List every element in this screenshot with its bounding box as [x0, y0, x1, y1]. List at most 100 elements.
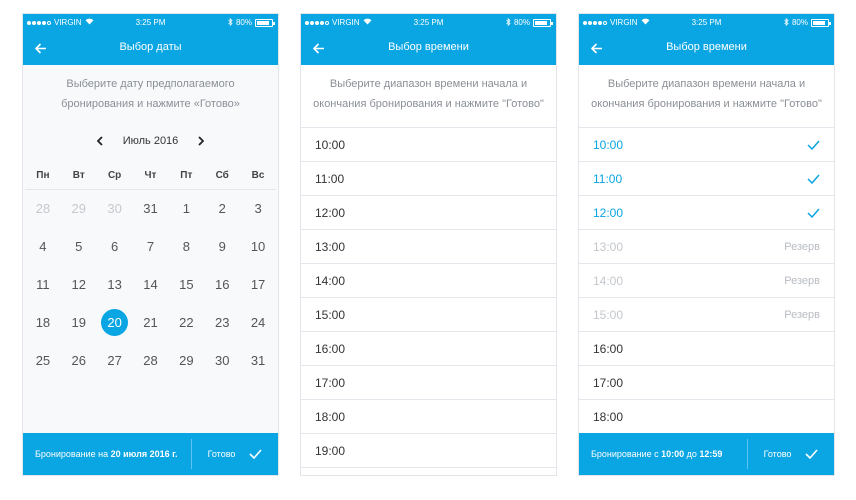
booking-summary: Бронирование на 20 июля 2016 г.	[23, 449, 191, 459]
calendar-day[interactable]: 4	[25, 228, 61, 266]
time-slot-label: 10:00	[315, 137, 346, 152]
calendar-day[interactable]: 23	[204, 304, 240, 342]
time-slot-label: 11:00	[593, 171, 623, 186]
calendar-day: 29	[61, 190, 97, 228]
time-slot-label: 11:00	[315, 171, 345, 186]
calendar-day[interactable]: 28	[133, 342, 169, 380]
calendar-day-selected[interactable]: 20	[97, 304, 133, 342]
time-slot-row[interactable]: 12:00	[301, 196, 556, 230]
calendar-day[interactable]: 14	[133, 266, 169, 304]
time-slot-row[interactable]: 10:00	[579, 128, 834, 162]
time-slot-row: 14:00 Резерв	[579, 264, 834, 298]
battery-percent: 80%	[235, 18, 252, 27]
calendar-day[interactable]: 31	[133, 190, 169, 228]
calendar-day-number: 3	[254, 201, 262, 216]
weekday-header: Пн Вт Ср Чт Пт Сб Вс	[23, 163, 278, 189]
calendar-day[interactable]: 26	[61, 342, 97, 380]
calendar-day-number: 5	[75, 239, 83, 254]
reserved-badge: Резерв	[784, 240, 820, 253]
calendar-day[interactable]: 24	[240, 304, 276, 342]
time-slot-row[interactable]: 15:00	[301, 298, 556, 332]
summary-date: 20 июля 2016 г.	[110, 449, 178, 459]
weekday-label: Пн	[36, 170, 50, 181]
calendar-day: 30	[97, 190, 133, 228]
time-slot-row[interactable]: 12:00	[579, 196, 834, 230]
calendar-day[interactable]: 21	[133, 304, 169, 342]
calendar-day-number: 28	[143, 353, 158, 368]
calendar-day[interactable]: 8	[168, 228, 204, 266]
time-slot-row[interactable]: 19:00	[301, 434, 556, 468]
time-slot-row[interactable]: 18:00	[301, 400, 556, 434]
calendar-day-number: 10	[250, 239, 266, 254]
calendar-day[interactable]: 13	[97, 266, 133, 304]
calendar-day-number: 30	[214, 353, 230, 368]
calendar-day[interactable]: 1	[168, 190, 204, 228]
calendar-day[interactable]: 10	[240, 228, 276, 266]
time-slot-row[interactable]: 10:00	[301, 128, 556, 162]
done-label: Готово	[763, 449, 792, 459]
calendar-day[interactable]: 11	[25, 266, 61, 304]
time-slot-row[interactable]: 13:00	[301, 230, 556, 264]
summary-to: 12:59	[699, 449, 723, 459]
date-picker-screen: VIRGIN 3:25 PM 80% Выбор даты Выберите д…	[22, 13, 279, 476]
done-button[interactable]: Готово	[192, 449, 278, 459]
page-title: Выбор даты	[119, 41, 182, 53]
calendar-day[interactable]: 25	[25, 342, 61, 380]
month-label: Июль 2016	[122, 135, 179, 147]
calendar-day[interactable]: 12	[61, 266, 97, 304]
time-slot-label: 10:00	[593, 137, 624, 152]
time-slot-row[interactable]: 11:00	[579, 162, 834, 196]
calendar-day[interactable]: 29	[168, 342, 204, 380]
calendar-day[interactable]: 16	[204, 266, 240, 304]
time-slot-row: 15:00 Резерв	[579, 298, 834, 332]
time-slot-label: 13:00	[593, 239, 624, 254]
calendar-day[interactable]: 2	[204, 190, 240, 228]
time-slot-row: 13:00 Резерв	[579, 230, 834, 264]
time-slot-label: 14:00	[315, 273, 346, 288]
done-button[interactable]: Готово	[748, 449, 834, 459]
calendar-day[interactable]: 18	[25, 304, 61, 342]
calendar-day-number: 25	[35, 353, 51, 368]
time-slot-row[interactable]: 14:00	[301, 264, 556, 298]
calendar-day-number: 29	[71, 201, 86, 216]
summary-prefix: Бронирование на	[35, 449, 111, 459]
time-slot-row[interactable]: 17:00	[579, 366, 834, 400]
summary-from: 10:00	[661, 449, 685, 459]
calendar-day-number: 24	[250, 315, 266, 330]
calendar-day[interactable]: 9	[204, 228, 240, 266]
time-slot-row[interactable]: 17:00	[301, 366, 556, 400]
calendar-day-number: 11	[36, 277, 50, 292]
calendar-day[interactable]: 17	[240, 266, 276, 304]
time-slot-list: 10:00 11:00 12:00 13:00 14:00 15:00 16:00 17:00…	[301, 127, 556, 468]
calendar-day[interactable]: 30	[204, 342, 240, 380]
prev-month-button[interactable]	[96, 136, 103, 146]
battery-icon	[811, 18, 831, 27]
time-slot-row[interactable]: 18:00	[579, 400, 834, 434]
time-slot-label: 16:00	[315, 341, 346, 356]
instruction-text: Выберите дату предполагаемого бронирован…	[61, 78, 240, 110]
time-slot-row[interactable]: 16:00	[301, 332, 556, 366]
calendar-day[interactable]: 22	[168, 304, 204, 342]
calendar-day[interactable]: 31	[240, 342, 276, 380]
chevron-right-icon	[198, 136, 205, 146]
calendar-day[interactable]: 3	[240, 190, 276, 228]
calendar-day[interactable]: 5	[61, 228, 97, 266]
calendar-day[interactable]: 7	[133, 228, 169, 266]
calendar-day[interactable]: 27	[97, 342, 133, 380]
nav-bar: Выбор времени	[579, 31, 834, 65]
status-bar: VIRGIN 3:25 PM 80%	[579, 14, 834, 31]
calendar-day[interactable]: 19	[61, 304, 97, 342]
time-picker-screen: VIRGIN 3:25 PM 80% Выбор времени Выберит…	[300, 13, 557, 476]
time-slot-row[interactable]: 16:00	[579, 332, 834, 366]
next-month-button[interactable]	[198, 136, 205, 146]
time-slot-label: 12:00	[593, 205, 624, 220]
weekday-label: Вт	[72, 170, 85, 181]
time-slot-label: 17:00	[593, 375, 624, 390]
reserved-badge: Резерв	[784, 274, 820, 287]
time-slot-row[interactable]: 11:00	[301, 162, 556, 196]
calendar-day[interactable]: 15	[168, 266, 204, 304]
calendar-day[interactable]: 6	[97, 228, 133, 266]
calendar-day-number: 26	[71, 353, 86, 368]
battery-percent: 80%	[791, 18, 808, 27]
calendar-day-number: 31	[250, 353, 266, 368]
